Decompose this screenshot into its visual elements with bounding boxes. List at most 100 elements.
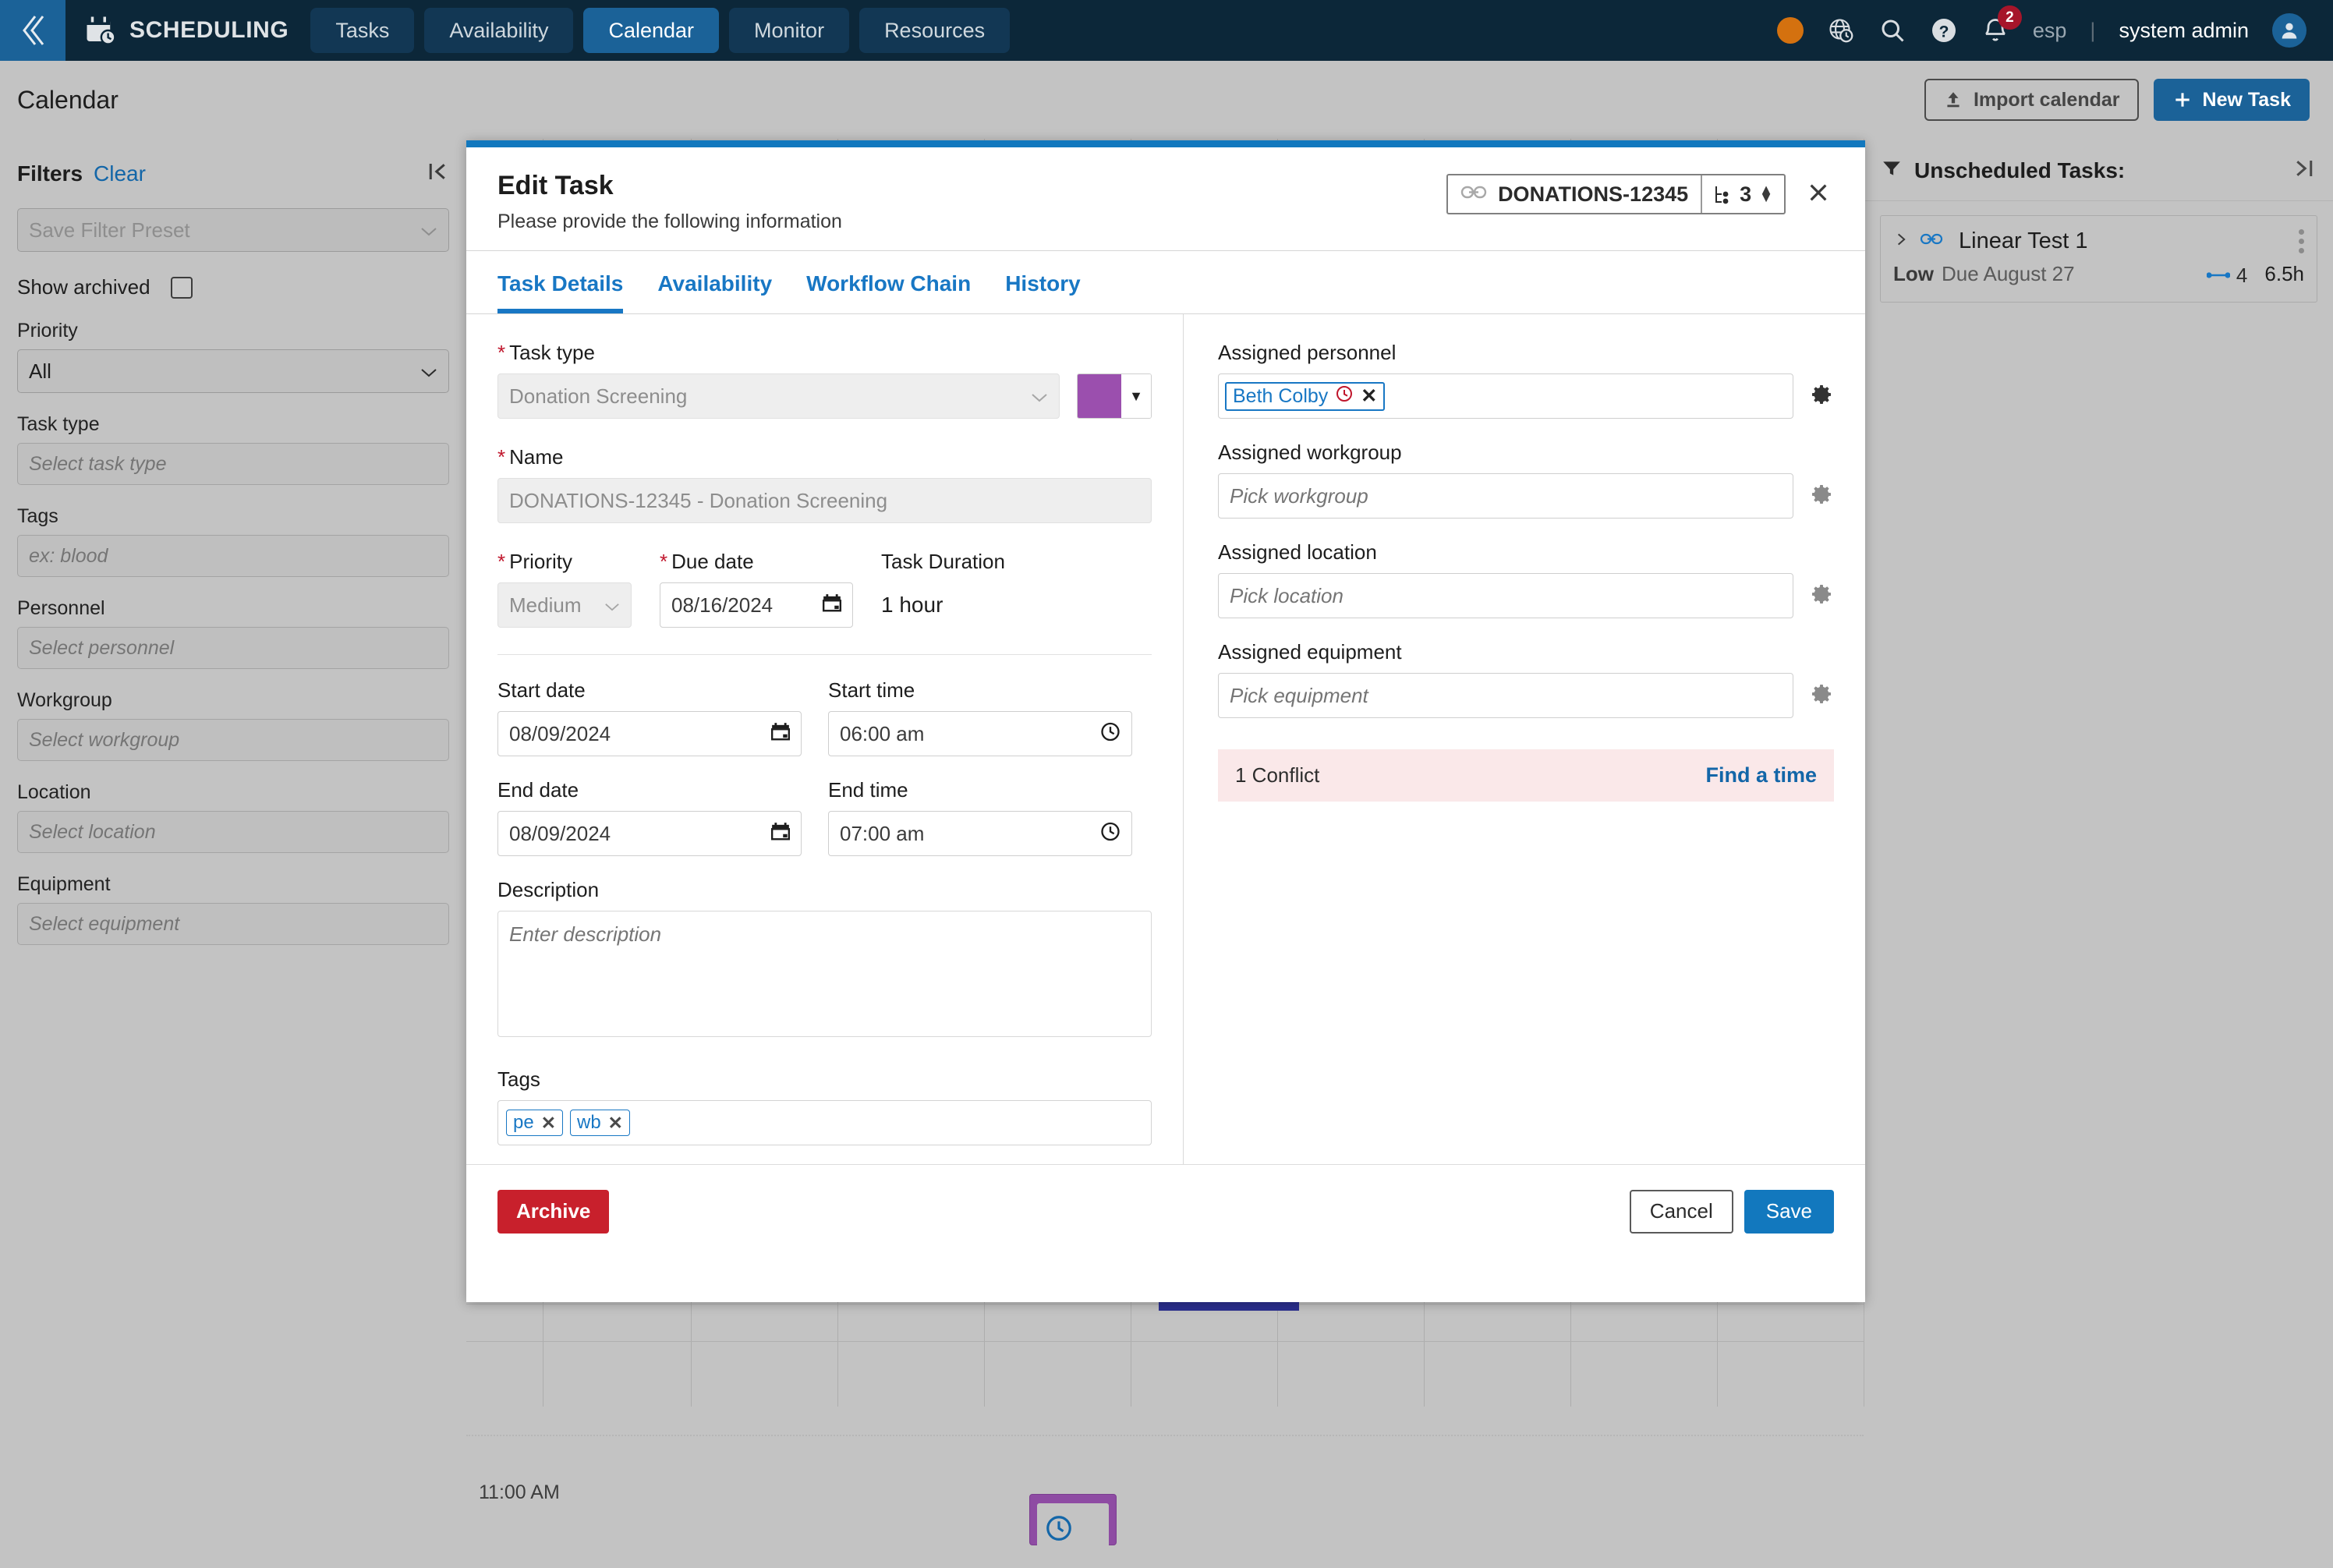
filter-workgroup-input[interactable]: [17, 719, 449, 761]
assigned-location-input[interactable]: [1218, 573, 1793, 618]
assigned-equipment-input[interactable]: [1218, 673, 1793, 718]
notifications-bell-icon[interactable]: 2: [1981, 5, 2022, 44]
filter-location-input[interactable]: [17, 811, 449, 853]
import-calendar-button[interactable]: Import calendar: [1924, 79, 2139, 121]
kebab-menu-icon[interactable]: [2299, 229, 2304, 253]
gear-icon[interactable]: [1809, 582, 1834, 611]
language-selector[interactable]: esp: [2033, 19, 2067, 43]
task-steps-chip[interactable]: 3 ▲ ▼: [1702, 175, 1784, 213]
show-archived-checkbox[interactable]: [170, 276, 193, 299]
user-name-label[interactable]: system admin: [2119, 19, 2249, 43]
user-avatar-icon[interactable]: [2272, 13, 2306, 48]
assigned-workgroup-input[interactable]: [1218, 473, 1793, 519]
unscheduled-task-row-top: Linear Test 1: [1893, 228, 2304, 254]
chevron-double-left-icon: [23, 16, 44, 45]
funnel-icon[interactable]: [1882, 158, 1902, 182]
collapse-left-icon[interactable]: [426, 159, 449, 188]
help-icon[interactable]: ?: [1930, 16, 1958, 44]
nav-tab-tasks[interactable]: Tasks: [310, 8, 415, 53]
gear-icon[interactable]: [1809, 681, 1834, 710]
chevron-down-icon: [420, 218, 437, 242]
start-time-wrap: [828, 711, 1132, 756]
calendar-event[interactable]: [1029, 1494, 1117, 1568]
assigned-workgroup-row: [1218, 473, 1834, 519]
globe-clock-icon[interactable]: [1827, 16, 1855, 44]
modal-header-text: Edit Task Please provide the following i…: [497, 171, 842, 233]
find-a-time-link[interactable]: Find a time: [1705, 763, 1817, 788]
task-type-select[interactable]: Donation Screening: [497, 373, 1060, 419]
task-name-field: * Name: [497, 445, 1152, 523]
task-id-chip[interactable]: DONATIONS-12345: [1448, 175, 1701, 213]
modal-header-actions: DONATIONS-12345 3 ▲ ▼: [1446, 174, 1834, 214]
tag-chip[interactable]: pe ✕: [506, 1110, 563, 1136]
close-icon[interactable]: ✕: [608, 1113, 623, 1134]
filter-equipment-input[interactable]: [17, 903, 449, 945]
modal-footer-right: Cancel Save: [1629, 1189, 1834, 1234]
save-button[interactable]: Save: [1744, 1189, 1834, 1234]
tag-chip[interactable]: wb ✕: [569, 1110, 630, 1136]
new-task-button[interactable]: New Task: [2153, 79, 2310, 121]
modal-tab-task-details[interactable]: Task Details: [497, 271, 624, 313]
unscheduled-task-card[interactable]: Linear Test 1 Low Due August 27 4 6.5h: [1880, 215, 2317, 303]
calendar-hour-line: [466, 1341, 1864, 1342]
filter-personnel-input[interactable]: [17, 627, 449, 669]
filter-tasktype-field: Task type: [17, 413, 449, 485]
start-date-field: Start date: [497, 678, 802, 756]
link-icon: [1460, 182, 1487, 207]
filter-tasktype-input[interactable]: [17, 443, 449, 485]
tags-field: Tags pe ✕ wb ✕: [497, 1067, 1152, 1145]
modal-body: *Task type Donation Screening ▼ *Name: [466, 314, 1865, 1164]
start-time-input[interactable]: [828, 711, 1132, 756]
clear-filters-link[interactable]: Clear: [94, 161, 146, 186]
stepper-updown-icon[interactable]: ▲ ▼: [1759, 182, 1773, 204]
close-icon[interactable]: ✕: [541, 1113, 556, 1134]
priority-due-duration-row: * Priority Medium * Due date 08/16/2024 …: [497, 550, 1152, 628]
description-textarea[interactable]: [497, 911, 1152, 1037]
unscheduled-task-name: Linear Test 1: [1959, 228, 2088, 253]
nav-back-button[interactable]: [0, 0, 65, 61]
chevron-right-icon[interactable]: [1893, 229, 1909, 253]
nav-tab-resources[interactable]: Resources: [859, 8, 1011, 53]
nav-tab-availability[interactable]: Availability: [424, 8, 574, 53]
modal-tab-availability[interactable]: Availability: [657, 271, 772, 313]
cancel-button[interactable]: Cancel: [1629, 1189, 1733, 1234]
filter-tags-label: Tags: [17, 505, 58, 527]
nav-separator: |: [2090, 18, 2096, 42]
filter-equipment-label: Equipment: [17, 873, 111, 895]
save-filter-preset-select[interactable]: Save Filter Preset: [17, 208, 449, 252]
due-date-input[interactable]: [660, 582, 853, 628]
end-row: End date End time: [497, 778, 1152, 856]
modal-tab-workflow-chain[interactable]: Workflow Chain: [806, 271, 971, 313]
filter-priority-select[interactable]: All: [17, 349, 449, 393]
edit-task-modal: Edit Task Please provide the following i…: [466, 140, 1865, 1302]
assigned-equipment-field: Assigned equipment: [1218, 640, 1834, 718]
person-chip[interactable]: Beth Colby ✕: [1225, 381, 1386, 411]
priority-label: * Priority: [497, 550, 632, 574]
nav-tab-monitor[interactable]: Monitor: [729, 8, 850, 53]
tags-input-box[interactable]: pe ✕ wb ✕: [497, 1100, 1152, 1145]
calendar-clock-icon: [87, 16, 116, 45]
close-icon[interactable]: ✕: [1361, 384, 1377, 408]
task-color-picker[interactable]: ▼: [1077, 373, 1152, 419]
modal-tab-history[interactable]: History: [1005, 271, 1080, 313]
gear-icon[interactable]: [1809, 382, 1834, 411]
nav-tab-calendar[interactable]: Calendar: [583, 8, 720, 53]
modal-subtitle: Please provide the following information: [497, 211, 842, 232]
assigned-personnel-input[interactable]: Beth Colby ✕: [1218, 373, 1793, 419]
close-icon[interactable]: [1803, 177, 1834, 212]
tags-label: Tags: [497, 1067, 540, 1091]
priority-select[interactable]: Medium: [497, 582, 632, 628]
gear-icon[interactable]: [1809, 482, 1834, 511]
task-name-input[interactable]: [497, 478, 1152, 523]
filter-tags-input[interactable]: [17, 535, 449, 577]
brand-label: SCHEDULING: [129, 17, 289, 43]
end-date-input[interactable]: [497, 811, 802, 856]
task-id-value: DONATIONS-12345: [1498, 182, 1689, 206]
end-time-input[interactable]: [828, 811, 1132, 856]
search-icon[interactable]: [1878, 16, 1906, 44]
assigned-equipment-label: Assigned equipment: [1218, 640, 1402, 664]
unscheduled-task-duration: 6.5h: [2264, 262, 2304, 285]
archive-button[interactable]: Archive: [497, 1189, 610, 1234]
start-date-input[interactable]: [497, 711, 802, 756]
expand-right-icon[interactable]: [2292, 156, 2316, 185]
